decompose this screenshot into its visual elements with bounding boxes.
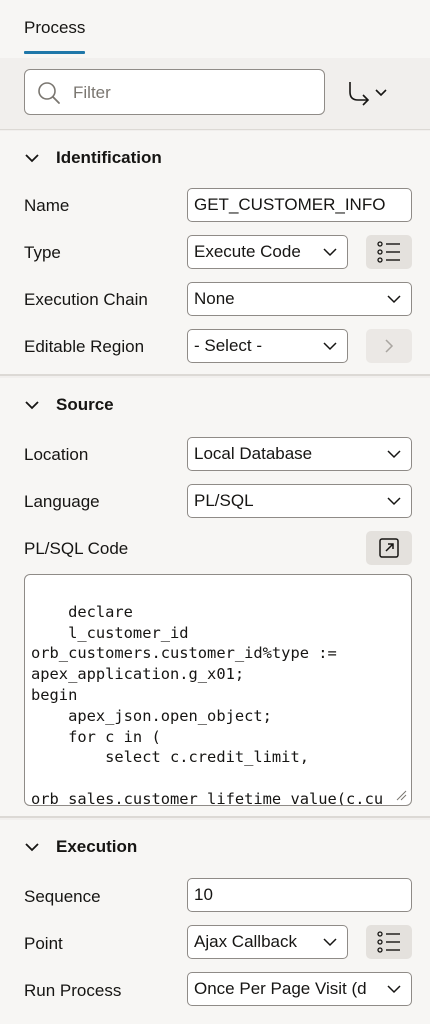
execution-section: Execution Sequence 10 Point Ajax Callbac… bbox=[0, 820, 430, 1024]
point-select[interactable]: Ajax Callback bbox=[187, 925, 348, 959]
filter-toolbar bbox=[0, 58, 430, 130]
chevron-down-icon bbox=[323, 938, 337, 947]
run-process-label: Run Process bbox=[24, 981, 122, 1000]
identification-title: Identification bbox=[56, 148, 162, 167]
search-icon bbox=[38, 82, 60, 104]
chevron-down-icon bbox=[25, 843, 39, 852]
point-label: Point bbox=[24, 934, 63, 953]
name-label: Name bbox=[24, 196, 70, 215]
type-select[interactable]: Execute Code bbox=[187, 235, 348, 269]
filter-input[interactable] bbox=[73, 82, 313, 104]
editable-region-go-button[interactable] bbox=[366, 329, 412, 363]
identification-header[interactable]: Identification bbox=[24, 131, 162, 185]
sequence-value: 10 bbox=[194, 885, 213, 904]
source-header[interactable]: Source bbox=[24, 378, 114, 432]
execution-title: Execution bbox=[56, 837, 138, 856]
type-value: Execute Code bbox=[194, 242, 301, 261]
run-process-value: Once Per Page Visit (d bbox=[194, 979, 367, 998]
active-tab-indicator bbox=[24, 51, 85, 54]
plsql-code-editor[interactable]: declare l_customer_id orb_customers.cust… bbox=[24, 574, 412, 806]
editable-region-value: - Select - bbox=[194, 336, 263, 355]
execution-chain-label: Execution Chain bbox=[24, 290, 148, 309]
location-label: Location bbox=[24, 445, 89, 464]
location-value: Local Database bbox=[194, 444, 313, 463]
editable-region-select[interactable]: - Select - bbox=[187, 329, 348, 363]
goto-arrow-icon bbox=[349, 82, 387, 106]
chevron-down-icon bbox=[25, 154, 39, 163]
name-field[interactable]: GET_CUSTOMER_INFO bbox=[187, 188, 412, 222]
location-select[interactable]: Local Database bbox=[187, 437, 412, 471]
language-label: Language bbox=[24, 492, 100, 511]
expand-icon bbox=[379, 538, 399, 558]
list-icon bbox=[377, 241, 400, 263]
chevron-down-icon bbox=[25, 401, 39, 410]
identification-section: Identification Name GET_CUSTOMER_INFO Ty… bbox=[0, 131, 430, 376]
run-process-select[interactable]: Once Per Page Visit (d bbox=[187, 972, 412, 1006]
language-value: PL/SQL bbox=[194, 491, 254, 510]
list-icon bbox=[377, 931, 400, 953]
plsql-code-text: declare l_customer_id orb_customers.cust… bbox=[31, 602, 384, 806]
chevron-right-icon bbox=[385, 339, 394, 353]
chevron-down-icon bbox=[387, 295, 401, 304]
chevron-down-icon bbox=[387, 450, 401, 459]
chevron-down-icon bbox=[323, 342, 337, 351]
tab-bar: Process bbox=[0, 0, 430, 58]
expand-code-editor-button[interactable] bbox=[366, 531, 412, 565]
name-value: GET_CUSTOMER_INFO bbox=[194, 195, 386, 214]
filter-field[interactable] bbox=[24, 69, 325, 115]
sequence-label: Sequence bbox=[24, 887, 101, 906]
sequence-field[interactable]: 10 bbox=[187, 878, 412, 912]
resize-handle-icon[interactable] bbox=[395, 789, 407, 801]
point-list-button[interactable] bbox=[366, 925, 412, 959]
chevron-down-icon bbox=[387, 985, 401, 994]
chevron-down-icon bbox=[387, 497, 401, 506]
language-select[interactable]: PL/SQL bbox=[187, 484, 412, 518]
point-value: Ajax Callback bbox=[194, 932, 297, 951]
plsql-code-label: PL/SQL Code bbox=[24, 539, 129, 558]
type-label: Type bbox=[24, 243, 61, 262]
editable-region-label: Editable Region bbox=[24, 337, 145, 356]
execution-chain-value: None bbox=[194, 289, 235, 308]
execution-header[interactable]: Execution bbox=[24, 820, 137, 874]
tab-process[interactable]: Process bbox=[24, 18, 85, 38]
execution-chain-select[interactable]: None bbox=[187, 282, 412, 316]
type-list-button[interactable] bbox=[366, 235, 412, 269]
source-section: Source Location Local Database Language … bbox=[0, 378, 430, 818]
goto-menu-button[interactable] bbox=[344, 78, 394, 108]
chevron-down-icon bbox=[323, 248, 337, 257]
source-title: Source bbox=[56, 395, 114, 414]
